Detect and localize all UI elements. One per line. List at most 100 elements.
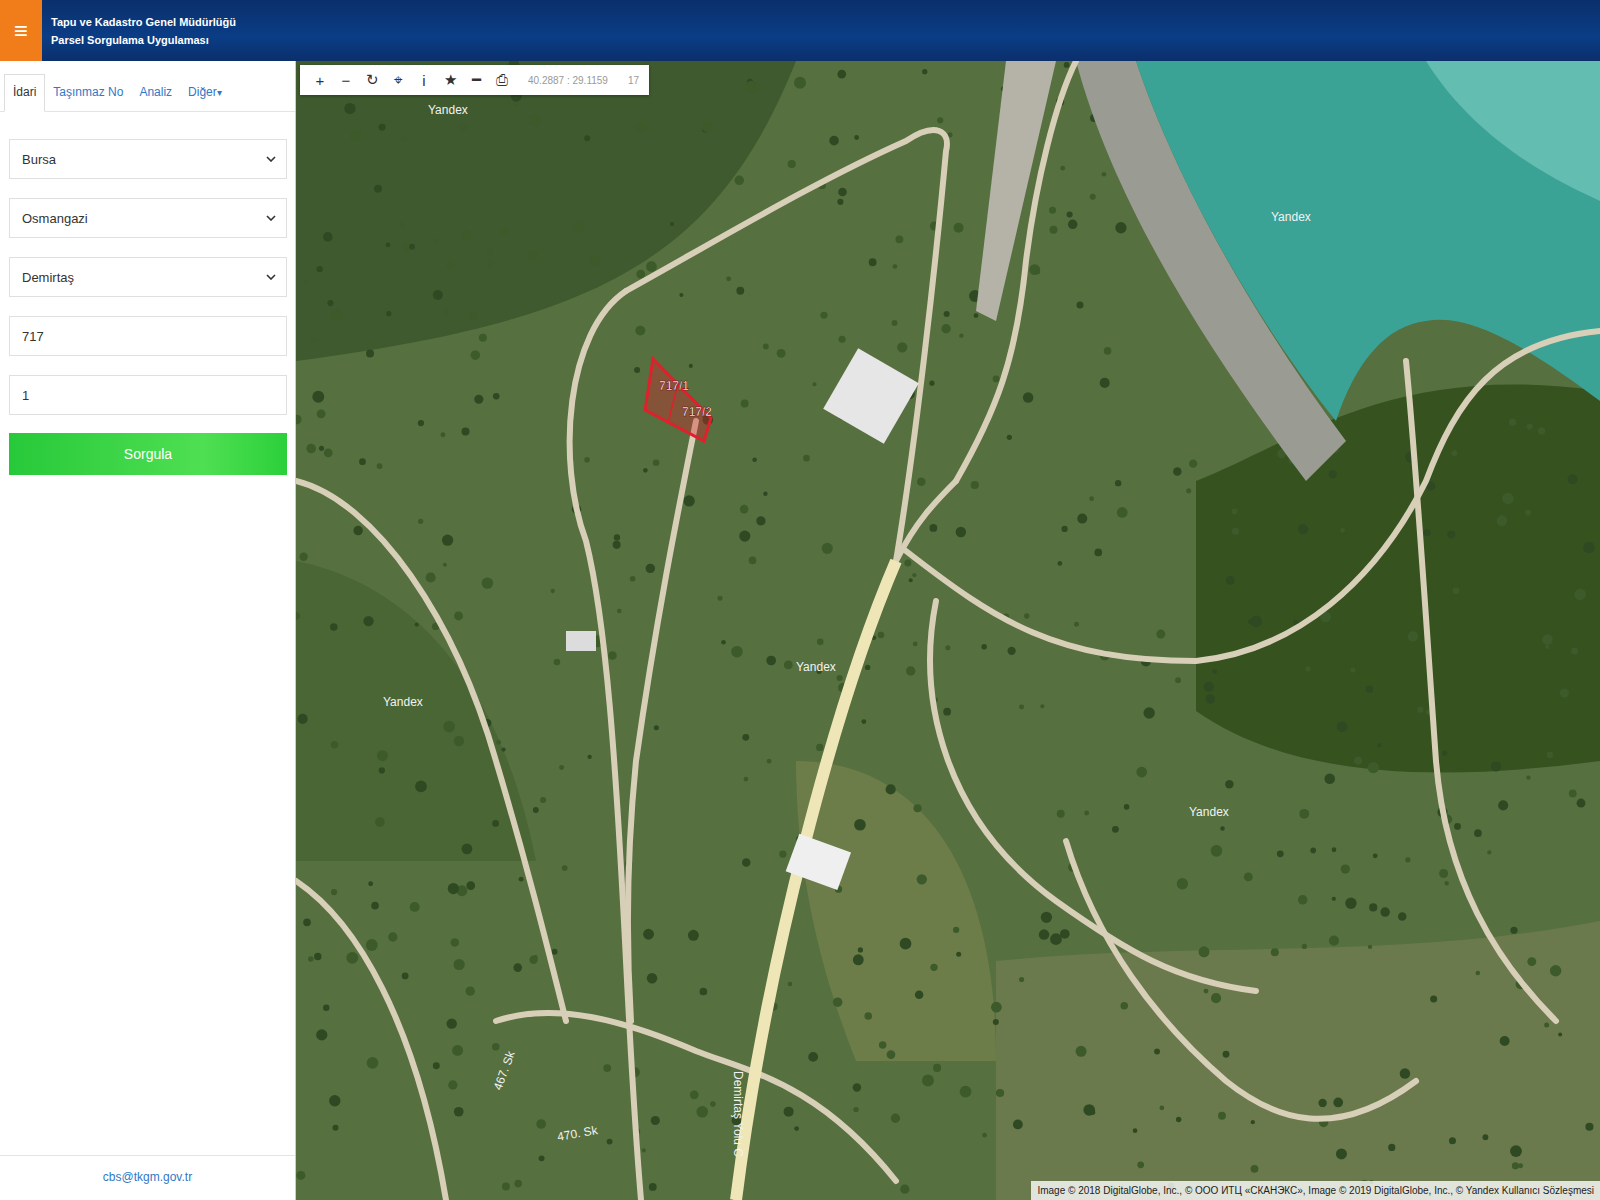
tree-mark — [374, 185, 382, 193]
tree-mark — [448, 1080, 457, 1089]
tree-mark — [741, 400, 749, 408]
chevron-down-icon — [266, 274, 276, 280]
tree-mark — [944, 311, 950, 317]
tree-mark — [451, 938, 459, 946]
text-field[interactable]: 1 — [9, 375, 287, 415]
parcel-outline[interactable] — [645, 359, 711, 441]
tab[interactable]: İdari — [4, 74, 45, 112]
tree-mark — [312, 391, 324, 403]
tree-mark — [296, 612, 300, 620]
tree-mark — [303, 280, 307, 284]
tree-mark — [333, 1125, 339, 1131]
toolbar-button[interactable]: i — [414, 72, 434, 89]
tree-mark — [766, 656, 776, 666]
building — [786, 834, 851, 890]
tree-mark — [319, 446, 324, 451]
tree-mark — [837, 675, 843, 681]
map-label: Demirtaş Yolu C — [731, 1071, 745, 1157]
parcel-label: 717/2 — [682, 405, 712, 419]
tree-mark — [603, 1064, 611, 1072]
tree-mark — [777, 349, 786, 358]
chevron-down-icon — [266, 156, 276, 162]
tree-mark — [607, 1139, 613, 1145]
tree-mark — [838, 188, 847, 197]
tree-mark — [584, 457, 590, 463]
tree-mark — [584, 135, 590, 141]
tree-mark — [930, 964, 937, 971]
tree-mark — [742, 734, 749, 741]
tree-mark — [788, 982, 792, 986]
tree-mark — [1329, 935, 1339, 945]
tree-mark — [314, 953, 321, 960]
toolbar-button[interactable]: ⎙ — [492, 71, 512, 89]
tree-mark — [915, 991, 924, 1000]
tree-mark — [887, 1050, 896, 1059]
tree-mark — [368, 881, 373, 886]
tree-mark — [1491, 761, 1501, 771]
toolbar-button[interactable]: ━ — [466, 71, 486, 89]
tree-mark — [784, 1107, 794, 1117]
map-attribution: Image © 2018 DigitalGlobe, Inc., © ООО И… — [1031, 1181, 1600, 1200]
select-field[interactable]: Demirtaş — [9, 257, 287, 297]
tree-mark — [454, 959, 465, 970]
parcel-label: 717/1 — [659, 379, 689, 393]
tree-mark — [617, 609, 622, 614]
tree-mark — [1220, 826, 1224, 830]
tree-mark — [974, 313, 979, 318]
tree-mark — [689, 364, 693, 368]
tab[interactable]: Taşınmaz No — [45, 75, 131, 111]
toolbar-button[interactable]: ↻ — [362, 71, 382, 89]
tree-mark — [1405, 857, 1410, 862]
tree-mark — [1430, 995, 1437, 1002]
tree-mark — [1250, 616, 1262, 628]
toolbar-button[interactable]: − — [336, 72, 356, 89]
tree-mark — [647, 973, 657, 983]
select-field[interactable]: Bursa — [9, 139, 287, 179]
tree-mark — [971, 481, 979, 489]
tree-mark — [528, 250, 538, 260]
tree-mark — [900, 1185, 909, 1194]
tree-mark — [900, 938, 912, 950]
tree-mark — [688, 930, 699, 941]
tree-mark — [684, 495, 695, 506]
map-label: Yandex — [796, 660, 836, 674]
tab[interactable]: Diğer▾ — [180, 75, 230, 111]
tree-mark — [878, 632, 884, 638]
tree-mark — [590, 256, 599, 265]
select-field[interactable]: Osmangazi — [9, 198, 287, 238]
satellite-map[interactable]: 717/1717/2YandexYandexYandexYandexYandex… — [296, 61, 1600, 1200]
contact-email[interactable]: cbs@tkgm.gov.tr — [0, 1155, 295, 1200]
map-label: Yandex — [1189, 805, 1229, 819]
tree-mark — [1417, 707, 1423, 713]
tree-mark — [1329, 470, 1337, 478]
tree-mark — [1223, 1051, 1230, 1058]
tree-mark — [1569, 790, 1577, 798]
tree-mark — [402, 973, 409, 980]
building — [823, 348, 919, 444]
tree-mark — [1271, 948, 1279, 956]
tree-mark — [1558, 1032, 1562, 1036]
tree-mark — [996, 1089, 1004, 1097]
query-button[interactable]: Sorgula — [9, 433, 287, 475]
tree-mark — [1542, 634, 1553, 645]
tree-mark — [1019, 977, 1024, 982]
tree-mark — [363, 616, 373, 626]
main-road — [736, 561, 896, 1200]
tree-mark — [956, 527, 966, 537]
toolbar-button[interactable]: + — [310, 72, 330, 89]
map-view[interactable]: 717/1717/2YandexYandexYandexYandexYandex… — [296, 61, 1600, 1200]
tab[interactable]: Analiz — [131, 75, 180, 111]
tree-mark — [953, 927, 959, 933]
toolbar-button[interactable]: ⌖ — [388, 71, 408, 89]
tree-mark — [443, 309, 448, 314]
field-value: Osmangazi — [22, 211, 88, 226]
tree-mark — [471, 350, 481, 360]
tree-mark — [1451, 450, 1457, 456]
tree-mark — [1299, 809, 1309, 819]
text-field[interactable]: 717 — [9, 316, 287, 356]
menu-button[interactable]: ≡ — [0, 0, 42, 61]
tree-mark — [1231, 508, 1237, 514]
tree-mark — [1083, 1104, 1095, 1116]
tree-mark — [1509, 419, 1516, 426]
toolbar-button[interactable]: ★ — [440, 71, 460, 89]
